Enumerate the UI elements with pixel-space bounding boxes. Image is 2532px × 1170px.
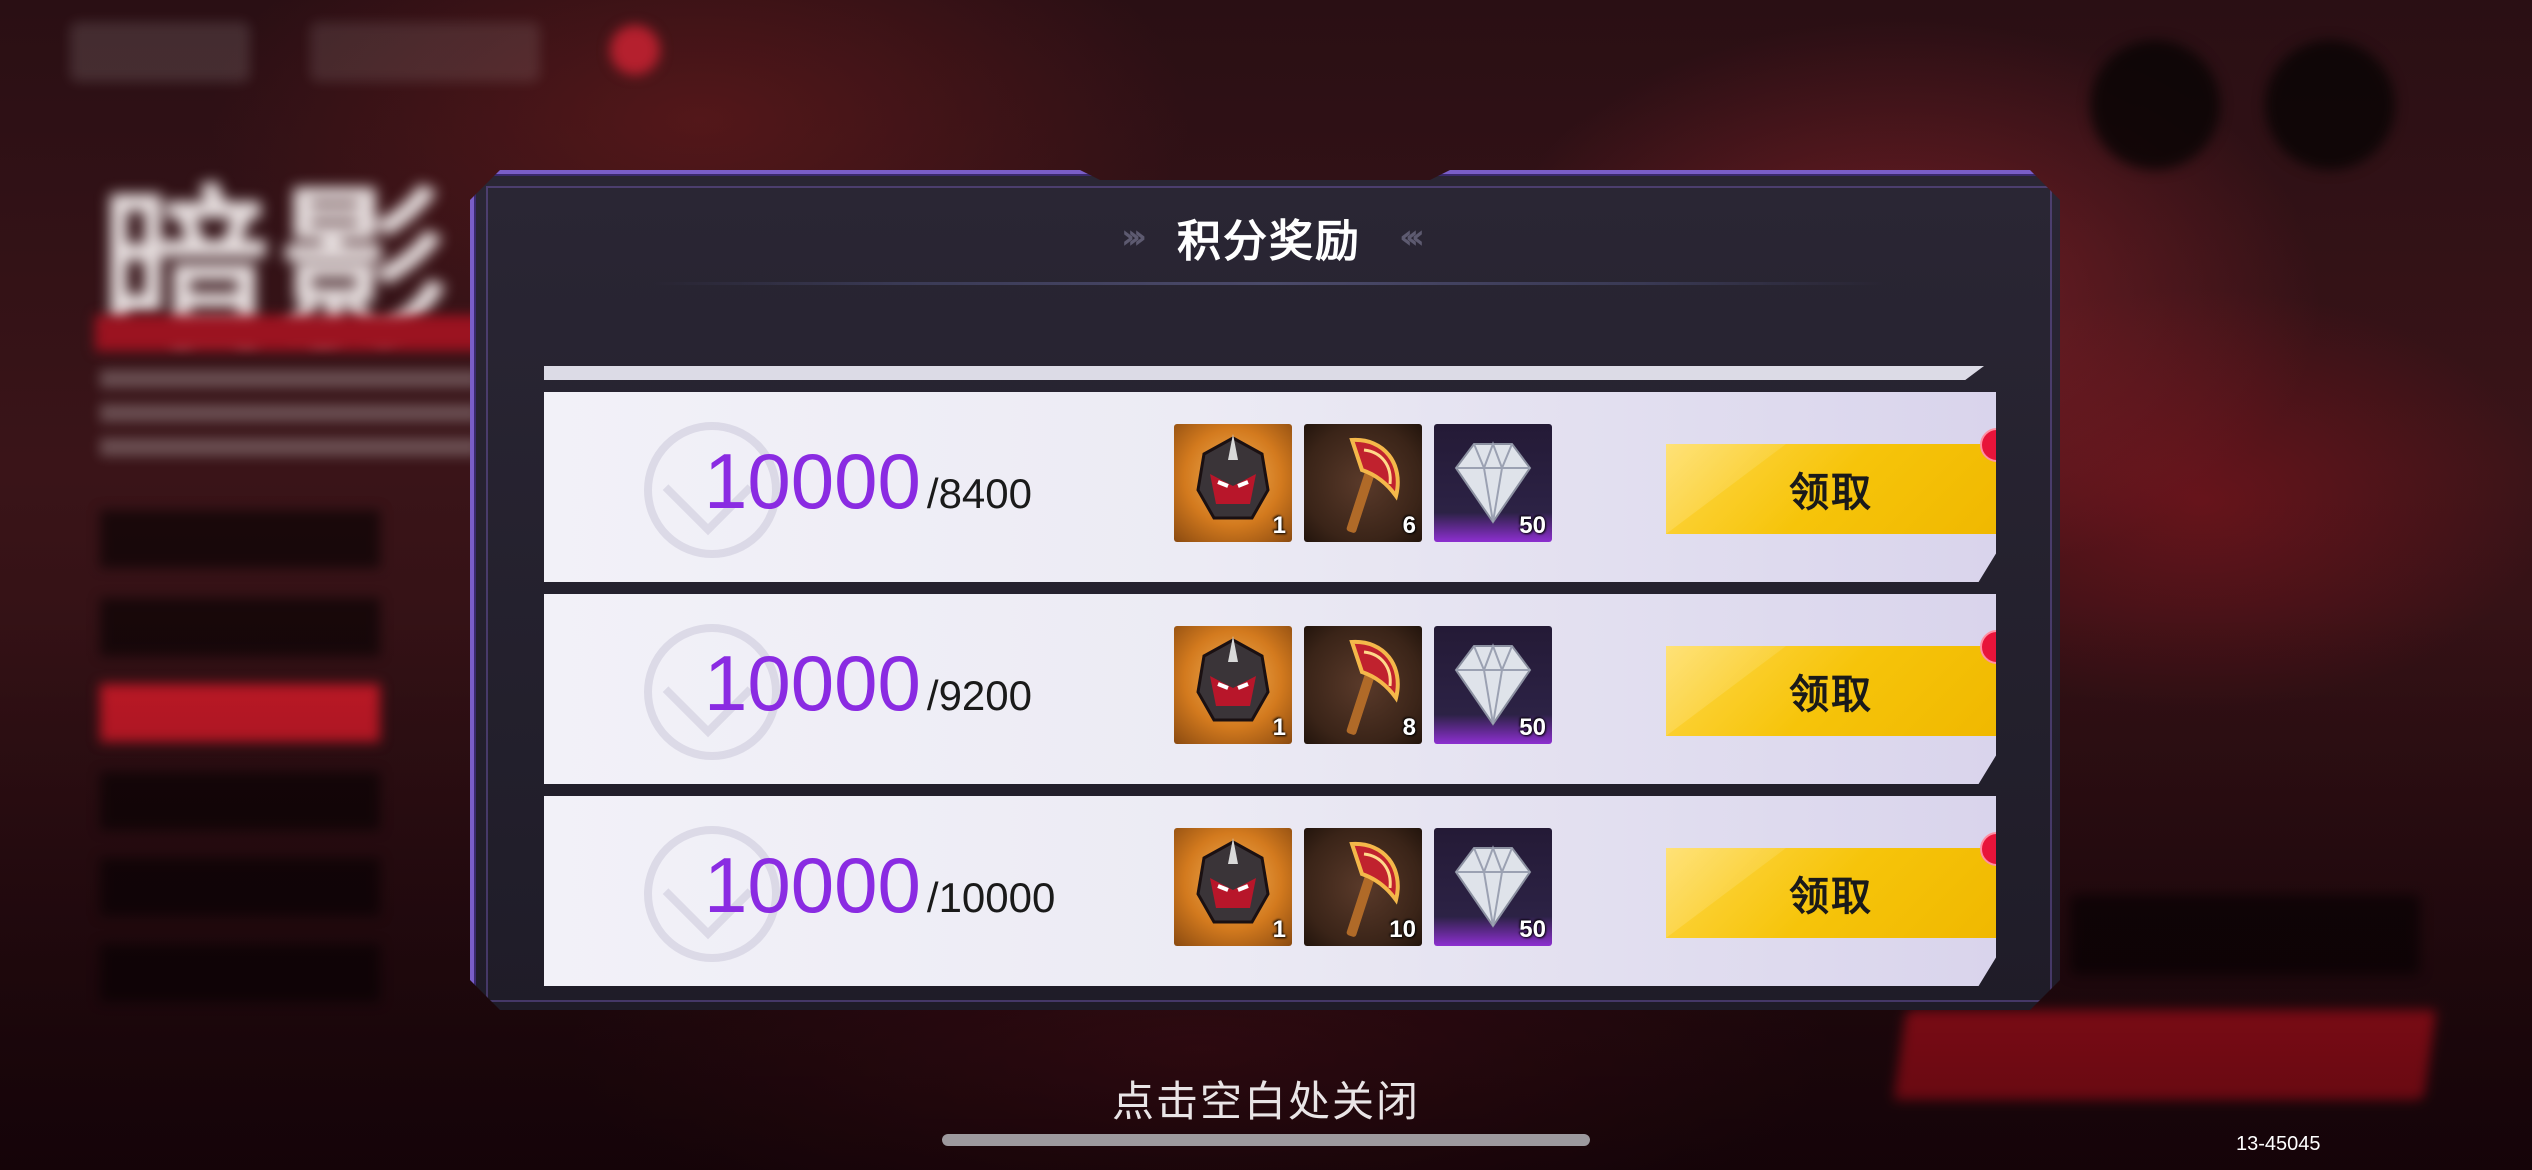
background-round-icon — [2090, 40, 2220, 170]
reward-quantity: 1 — [1272, 714, 1286, 741]
version-label: 13-45045 — [2236, 1133, 2321, 1155]
background-description — [100, 370, 480, 470]
reward-item[interactable]: 1 — [1174, 626, 1292, 744]
list-top-strip — [544, 366, 1984, 380]
reward-quantity: 1 — [1272, 916, 1286, 943]
background-back-button — [70, 22, 250, 82]
score-target: 10000 — [704, 841, 921, 929]
score-current: /10000 — [926, 874, 1056, 921]
reward-item[interactable]: 1 — [1174, 424, 1292, 542]
claim-button[interactable]: 领取 — [1666, 646, 1996, 736]
claim-button[interactable]: 领取 — [1666, 848, 1996, 938]
chevrons-left-icon: ‹‹‹ — [1399, 217, 1425, 257]
reward-items: 1 10 50 — [1174, 828, 1552, 946]
modal-title: 积分奖励 — [1177, 216, 1361, 267]
modal-header: ››› 积分奖励 ‹‹‹ — [474, 192, 2060, 282]
reward-quantity: 50 — [1519, 916, 1546, 943]
home-indicator[interactable] — [942, 1134, 1590, 1146]
score-current: /9200 — [926, 672, 1033, 719]
reward-items: 1 8 50 — [1174, 626, 1552, 744]
reward-item[interactable]: 50 — [1434, 626, 1552, 744]
notification-dot — [1980, 428, 1996, 462]
reward-row: 10000 /9200 1 8 50 领取 — [544, 594, 1996, 784]
score-progress: 10000 /10000 — [704, 840, 1055, 940]
score-progress: 10000 /9200 — [704, 638, 1032, 738]
reward-quantity: 10 — [1389, 916, 1416, 943]
points-reward-modal: ››› 积分奖励 ‹‹‹ 10000 /8400 1 6 50 领取 10000… — [470, 170, 2060, 1010]
reward-row: 10000 /8400 1 6 50 领取 — [544, 392, 1996, 582]
notification-dot — [1980, 832, 1996, 866]
reward-quantity: 50 — [1519, 714, 1546, 741]
reward-quantity: 8 — [1402, 714, 1416, 741]
score-target: 10000 — [704, 437, 921, 525]
reward-items: 1 6 50 — [1174, 424, 1552, 542]
reward-item[interactable]: 10 — [1304, 828, 1422, 946]
reward-quantity: 50 — [1519, 512, 1546, 539]
background-red-banner — [95, 315, 495, 351]
tap-to-close-hint[interactable]: 点击空白处关闭 — [0, 1068, 2532, 1129]
background-nav-button — [310, 22, 540, 82]
claim-button[interactable]: 领取 — [1666, 444, 1996, 534]
reward-item[interactable]: 8 — [1304, 626, 1422, 744]
title-divider — [654, 282, 1884, 285]
reward-item[interactable]: 50 — [1434, 424, 1552, 542]
reward-row: 10000 /10000 1 10 50 领取 — [544, 796, 1996, 986]
score-progress: 10000 /8400 — [704, 436, 1032, 536]
reward-item[interactable]: 50 — [1434, 828, 1552, 946]
reward-quantity: 6 — [1402, 512, 1416, 539]
background-menu-item — [100, 510, 380, 568]
chevrons-right-icon: ››› — [1120, 217, 1147, 257]
score-target: 10000 — [704, 639, 921, 727]
notification-dot — [1980, 630, 1996, 664]
background-red-badge — [610, 25, 660, 75]
background-round-icon — [2265, 40, 2395, 170]
reward-quantity: 1 — [1272, 512, 1286, 539]
reward-item[interactable]: 6 — [1304, 424, 1422, 542]
reward-item[interactable]: 1 — [1174, 828, 1292, 946]
score-current: /8400 — [926, 470, 1033, 517]
